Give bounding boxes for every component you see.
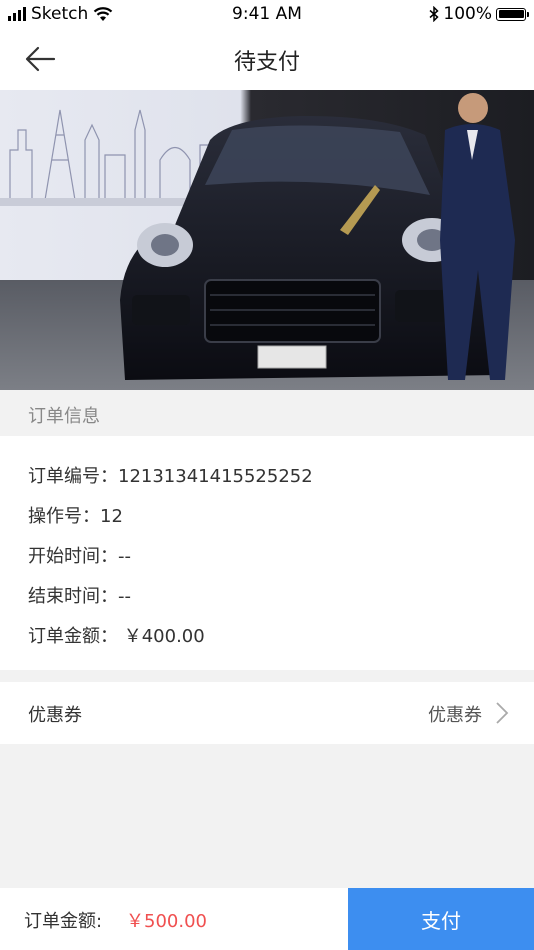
status-right: 100% (429, 4, 529, 24)
pay-button[interactable]: 支付 (348, 888, 534, 950)
end-time-row: 结束时间：-- (28, 582, 131, 608)
order-amount-value: ￥400.00 (123, 626, 205, 647)
order-number-label: 订单编号： (28, 466, 118, 487)
total-value: ￥500.00 (126, 911, 207, 932)
bluetooth-icon (429, 6, 439, 22)
page-title: 待支付 (233, 50, 300, 75)
coupon-label: 优惠券 (28, 705, 82, 726)
order-info-header: 订单信息 (0, 390, 534, 436)
end-time-label: 结束时间： (28, 586, 118, 607)
total-label: 订单金额: (24, 911, 103, 932)
order-amount-label: 订单金额： (28, 626, 118, 647)
operation-number-label: 操作号： (28, 506, 100, 527)
order-amount-row: 订单金额： ￥400.00 (28, 622, 205, 648)
status-bar: Sketch 9:41 AM 100% (0, 0, 534, 28)
nav-bar: 待支付 (0, 28, 534, 90)
chevron-right-icon (496, 702, 509, 724)
operation-number-row: 操作号：12 (28, 502, 123, 528)
bottom-bar: 订单金额: ￥500.00 支付 (0, 888, 534, 950)
end-time-value: -- (118, 586, 131, 607)
order-number-value: 12131341415525252 (118, 466, 313, 487)
order-info-card: 订单编号：12131341415525252 操作号：12 开始时间：-- 结束… (0, 436, 534, 670)
start-time-label: 开始时间： (28, 546, 118, 567)
coupon-value: 优惠券 (428, 705, 482, 726)
start-time-row: 开始时间：-- (28, 542, 131, 568)
battery-icon (496, 7, 529, 21)
order-number-row: 订单编号：12131341415525252 (28, 462, 313, 488)
car-photo (0, 90, 534, 390)
operation-number-value: 12 (100, 506, 123, 527)
start-time-value: -- (118, 546, 131, 567)
coupon-row[interactable]: 优惠券 优惠券 (0, 682, 534, 744)
order-info-title: 订单信息 (28, 406, 100, 427)
battery-percent: 100% (443, 4, 492, 24)
